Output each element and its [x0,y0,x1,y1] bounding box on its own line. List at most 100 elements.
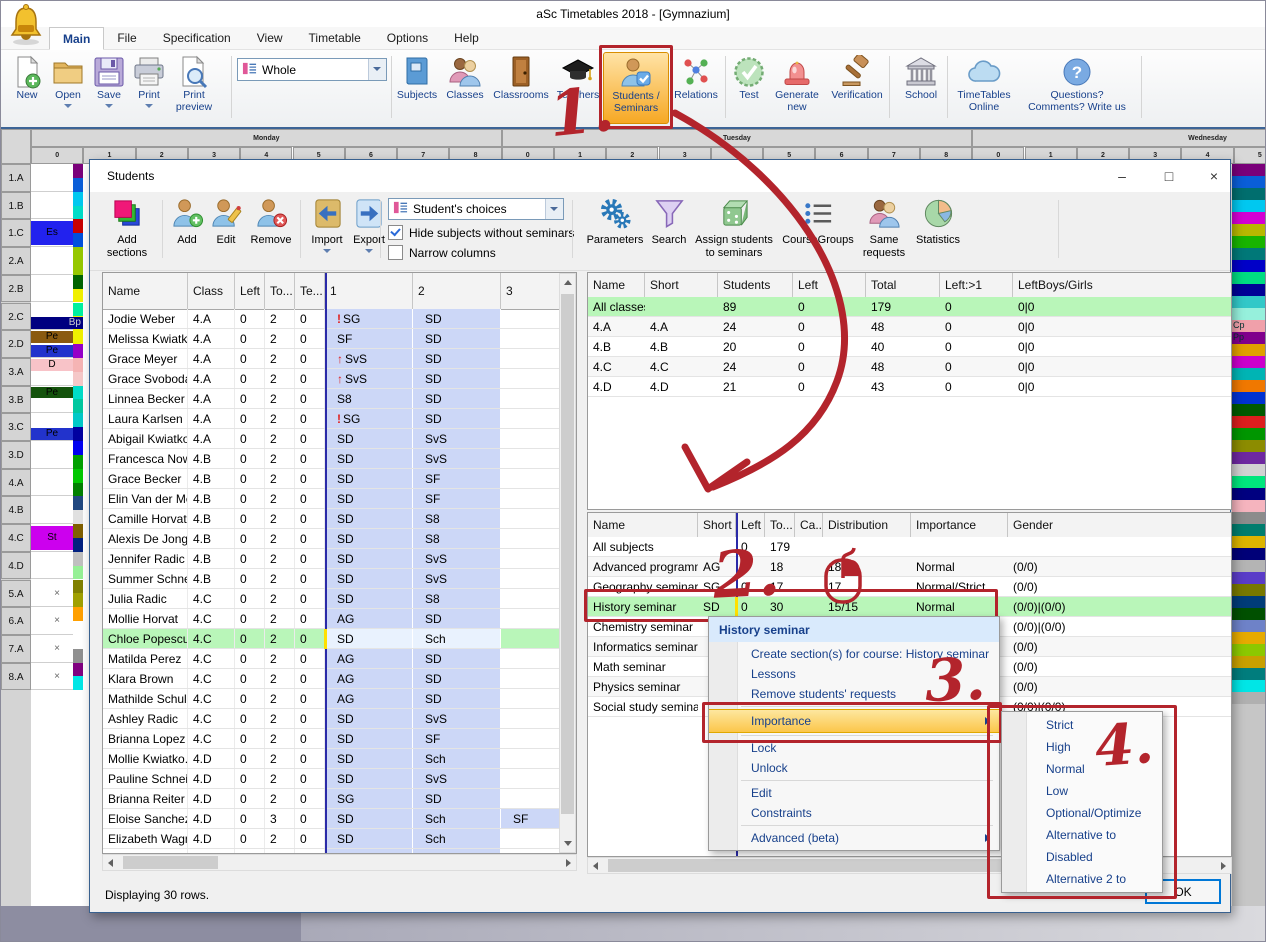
statistics-button[interactable]: Statistics [910,197,966,265]
ribbon-save-button[interactable]: Save [89,52,129,124]
menu-item-edit[interactable]: Edit [709,783,999,803]
column-header-importance[interactable]: Importance [911,513,1008,537]
lesson-card-d[interactable]: D [31,359,73,371]
student-row[interactable]: Elin Van der Meer4.B020SDSF [103,489,576,509]
student-row[interactable]: Mollie Horvat4.C020AGSD [103,609,576,629]
view-selector-combo[interactable]: Whole [237,58,387,81]
ribbon-classrooms-button[interactable]: Classrooms [489,52,553,124]
student-row[interactable]: Grace Meyer4.A020↑SvSSD [103,349,576,369]
student-row[interactable]: Summer Schnei...4.B020SDSvS [103,569,576,589]
column-header-2[interactable]: 2 [413,273,501,309]
column-header-distribution[interactable]: Distribution [823,513,911,537]
ribbon-subjects-button[interactable]: Subjects [393,52,441,124]
ribbon-school-button[interactable]: School [893,52,949,124]
ribbon-test-button[interactable]: Test [729,52,769,124]
combo-dropdown-button[interactable] [368,59,386,80]
add-student-button[interactable]: Add [168,197,206,265]
column-header-left[interactable]: Left [793,273,866,297]
menu-tab-file[interactable]: File [104,27,149,50]
column-header-to[interactable]: To... [265,273,295,309]
add-sections-button[interactable]: Add sections [98,197,156,265]
column-header-1[interactable]: 1 [325,273,413,309]
hide-subjects-checkbox[interactable] [388,225,403,240]
class-row[interactable]: 4.C4.C2404800|0 [588,357,1231,377]
lesson-card-es[interactable]: Es [31,221,73,245]
student-row[interactable]: Brianna Reiter4.D020SGSD [103,789,576,809]
student-view-combo[interactable]: Student's choices [388,198,564,220]
coursegroups-button[interactable]: CourseGroups [778,197,858,265]
edit-student-button[interactable]: Edit [206,197,246,265]
column-header-leftboys-girls[interactable]: LeftBoys/Girls [1013,273,1232,297]
column-header-left[interactable]: Left [235,273,265,309]
menu-tab-specification[interactable]: Specification [150,27,244,50]
asc-bell-logo-icon[interactable] [8,3,44,45]
student-row[interactable]: Eloise Sanchez4.D030SDSchSF [103,809,576,829]
students-horizontal-scrollbar[interactable] [102,854,577,871]
class-row[interactable]: 4.A4.A2404800|0 [588,317,1231,337]
subject-row[interactable]: All subjects0179 [588,537,1231,557]
students-vertical-scrollbar[interactable] [559,273,576,853]
student-row[interactable]: Francesca Now...4.B020SDSvS [103,449,576,469]
student-row[interactable]: Grace Svoboda4.A020↑SvSSD [103,369,576,389]
student-row[interactable]: Melissa Kwiatk...4.A020SFSD [103,329,576,349]
student-row[interactable]: Pauline Schnei...4.D020SDSvS [103,769,576,789]
column-header-left-1[interactable]: Left:>1 [940,273,1013,297]
student-row[interactable]: Brianna Lopez4.C020SDSF [103,729,576,749]
student-row[interactable]: Elizabeth Wagner4.D020SDSch [103,829,576,849]
menu-tab-timetable[interactable]: Timetable [296,27,374,50]
column-header-short[interactable]: Short [698,513,736,537]
student-row[interactable]: Mathilde Schulz4.C020AGSD [103,689,576,709]
ribbon-print-button[interactable]: Print [129,52,169,124]
ribbon-new-button[interactable]: New [7,52,47,124]
maximize-button[interactable]: □ [1157,165,1181,187]
column-header-name[interactable]: Name [588,273,645,297]
column-header-te[interactable]: Te... [295,273,325,309]
student-row[interactable]: Laura Karlsen4.A020!SGSD [103,409,576,429]
ribbon-timetables-online-button[interactable]: TimeTables Online [953,52,1015,124]
class-row[interactable]: 4.D4.D2104300|0 [588,377,1231,397]
column-header-ca[interactable]: Ca... [795,513,823,537]
class-row[interactable]: All classes89017900|0 [588,297,1231,317]
lesson-card-bp[interactable]: Bp [31,317,83,329]
ribbon-relations-button[interactable]: Relations [669,52,723,124]
ribbon-generate-new-button[interactable]: Generate new [769,52,825,124]
student-row[interactable]: Jennifer Radic4.B020SDSvS [103,549,576,569]
student-row[interactable]: Alexis De Jong4.B020SDS8 [103,529,576,549]
student-row[interactable]: Matilda Perez4.C020AGSD [103,649,576,669]
student-row[interactable]: Julia Radic4.C020SDS8 [103,589,576,609]
column-header-short[interactable]: Short [645,273,718,297]
menu-item-advanced-beta[interactable]: Advanced (beta) [709,828,999,848]
column-header-name[interactable]: Name [103,273,188,309]
export-button[interactable]: Export [348,197,390,265]
lesson-card-pe[interactable]: Pe [31,345,73,357]
minimize-button[interactable]: – [1110,165,1134,187]
menu-tab-main[interactable]: Main [49,27,104,50]
lesson-card-pe[interactable]: Pe [31,387,73,399]
choices-dropdown-button[interactable] [545,199,563,219]
assign-students-button[interactable]: Assign students to seminars [690,197,778,265]
lesson-card-pe[interactable]: Pe [31,331,73,343]
student-row[interactable]: Jodie Weber4.A020!SGSD [103,309,576,329]
parameters-button[interactable]: Parameters [582,197,648,265]
ribbon-verification-button[interactable]: Verification [825,52,889,124]
student-row[interactable]: Ashley Radic4.C020SDSvS [103,709,576,729]
menu-tab-view[interactable]: View [244,27,296,50]
column-header-gender[interactable]: Gender [1008,513,1232,537]
column-header-left[interactable]: Left [736,513,765,537]
student-row[interactable]: Abigail Kwiatko...4.A020SDSvS [103,429,576,449]
student-row[interactable]: Grace Becker4.B020SDSF [103,469,576,489]
menu-tab-help[interactable]: Help [441,27,492,50]
remove-student-button[interactable]: Remove [246,197,296,265]
student-row[interactable]: Mollie Kwiatko...4.D020SDSch [103,749,576,769]
column-header-name[interactable]: Name [588,513,698,537]
same-requests-button[interactable]: Same requests [858,197,910,265]
ribbon-classes-button[interactable]: Classes [441,52,489,124]
student-row[interactable]: Klara Brown4.C020AGSD [103,669,576,689]
lesson-card-st[interactable]: St [31,526,73,550]
column-header-class[interactable]: Class [188,273,235,309]
ribbon-questions-comments-write-us-button[interactable]: ?Questions? Comments? Write us [1015,52,1139,124]
student-row[interactable]: Linnea Becker4.A020S8SD [103,389,576,409]
search-button[interactable]: Search [648,197,690,265]
close-button[interactable]: × [1202,165,1226,187]
column-header-students[interactable]: Students [718,273,793,297]
